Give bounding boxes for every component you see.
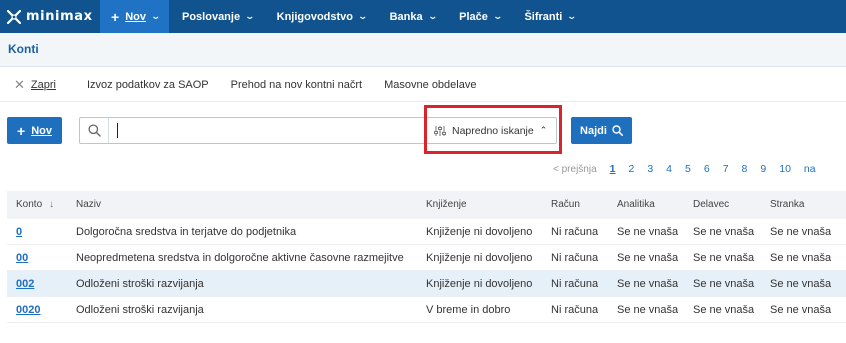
cell-analitika: Se ne vnaša (617, 304, 679, 316)
close-icon: ✕ (14, 76, 25, 92)
chevron-down-icon: ⌄ (150, 11, 162, 21)
chevron-down-icon: ⌄ (492, 11, 503, 21)
page-link-9[interactable]: 9 (760, 163, 766, 175)
logo[interactable]: minimax (0, 0, 100, 33)
cell-racun: Ni računa (551, 304, 599, 316)
table-row[interactable]: 0020 Odloženi stroški razvijanja V breme… (7, 297, 846, 323)
title-bar: Konti (0, 33, 846, 67)
nav-new-menu[interactable]: + Nov ⌄ (100, 0, 169, 33)
nav-item-label: Šifranti (524, 10, 563, 23)
cell-naziv: Dolgoročna sredstva in terjatve do podje… (76, 226, 297, 238)
find-button[interactable]: Najdi (571, 117, 632, 144)
chevron-down-icon: ⌄ (357, 11, 369, 21)
column-header-racun[interactable]: Račun (551, 191, 580, 219)
cell-delavec: Se ne vnaša (693, 304, 755, 316)
cell-analitika: Se ne vnaša (617, 278, 679, 290)
cell-delavec: Se ne vnaša (693, 252, 755, 264)
plus-icon: + (111, 8, 120, 25)
page-link-6[interactable]: 6 (704, 163, 710, 175)
page-link-10[interactable]: 10 (779, 163, 791, 175)
cell-knjizenje: Knjiženje ni dovoljeno (426, 278, 533, 290)
table-row[interactable]: 00 Neopredmetena sredstva in dolgoročne … (7, 245, 846, 271)
cell-racun: Ni računa (551, 226, 599, 238)
page-link-2[interactable]: 2 (628, 163, 634, 175)
konto-link[interactable]: 0020 (16, 304, 40, 316)
pagination: < prejšnja 1 2 3 4 5 6 7 8 9 10 na (553, 163, 829, 175)
cell-stranka: Se ne vnaša (770, 226, 832, 238)
nav-item-poslovanje[interactable]: Poslovanje ⌄ (169, 0, 264, 33)
close-button[interactable]: ✕ Zapri (14, 77, 56, 93)
cell-naziv: Odloženi stroški razvijanja (76, 278, 204, 290)
nav-new-label: Nov (125, 10, 146, 23)
cell-racun: Ni računa (551, 278, 599, 290)
konto-link[interactable]: 002 (16, 278, 34, 290)
nav-item-knjigovodstvo[interactable]: Knjigovodstvo ⌄ (264, 0, 377, 33)
konto-link[interactable]: 0 (16, 226, 22, 238)
chevron-down-icon: ⌄ (566, 11, 578, 21)
cell-knjizenje: Knjiženje ni dovoljeno (426, 252, 533, 264)
chevron-down-icon: ⌄ (427, 11, 438, 21)
nav-item-label: Poslovanje (182, 10, 241, 23)
highlight-box (424, 105, 562, 154)
find-label: Najdi (580, 124, 607, 137)
table-row-selected[interactable]: 002 Odloženi stroški razvijanja Knjiženj… (7, 271, 846, 297)
konto-link[interactable]: 00 (16, 252, 28, 264)
nav-item-label: Knjigovodstvo (276, 10, 354, 23)
cell-knjizenje: Knjiženje ni dovoljeno (426, 226, 533, 238)
page-link-8[interactable]: 8 (742, 163, 748, 175)
toolbar: ✕ Zapri Izvoz podatkov za SAOP Prehod na… (0, 68, 846, 102)
bulk-processing-button[interactable]: Masovne obdelave (384, 79, 476, 91)
add-konto-button[interactable]: + Nov (7, 117, 62, 144)
nav-item-place[interactable]: Plače ⌄ (446, 0, 511, 33)
cell-knjizenje: V breme in dobro (426, 304, 511, 316)
switch-chart-button[interactable]: Prehod na nov kontni načrt (231, 79, 362, 91)
cell-analitika: Se ne vnaša (617, 226, 679, 238)
cell-stranka: Se ne vnaša (770, 304, 832, 316)
column-header-delavec[interactable]: Delavec (693, 191, 729, 219)
page-title: Konti (8, 42, 39, 56)
cell-naziv: Neopredmetena sredstva in dolgoročne akt… (76, 252, 404, 264)
search-icon (80, 118, 109, 143)
cell-naziv: Odloženi stroški razvijanja (76, 304, 204, 316)
cell-stranka: Se ne vnaša (770, 278, 832, 290)
close-label: Zapri (30, 78, 56, 91)
column-header-stranka[interactable]: Stranka (770, 191, 804, 219)
minimax-logo-icon (7, 9, 21, 24)
column-header-analitika[interactable]: Analitika (617, 191, 655, 219)
konti-table: Konto ↓ Naziv Knjiženje Račun Analitika D… (7, 191, 846, 323)
prev-page-link[interactable]: < prejšnja (553, 164, 597, 175)
nav-item-banka[interactable]: Banka ⌄ (377, 0, 447, 33)
page-link-1[interactable]: 1 (610, 163, 616, 175)
header-label: Konto (16, 199, 43, 210)
text-caret (117, 123, 118, 138)
next-page-link[interactable]: na (804, 163, 816, 175)
search-input[interactable] (114, 121, 422, 140)
cell-analitika: Se ne vnaša (617, 252, 679, 264)
cell-stranka: Se ne vnaša (770, 252, 832, 264)
page-link-4[interactable]: 4 (666, 163, 672, 175)
nav-item-label: Plače (459, 10, 488, 23)
nav-item-sifranti[interactable]: Šifranti ⌄ (511, 0, 585, 33)
cell-delavec: Se ne vnaša (693, 226, 755, 238)
chevron-down-icon: ⌄ (244, 11, 256, 21)
table-row[interactable]: 0 Dolgoročna sredstva in terjatve do pod… (7, 219, 846, 245)
column-header-konto[interactable]: Konto ↓ (16, 191, 54, 219)
page-link-5[interactable]: 5 (685, 163, 691, 175)
cell-racun: Ni računa (551, 252, 599, 264)
cell-delavec: Se ne vnaša (693, 278, 755, 290)
add-konto-label: Nov (31, 124, 52, 137)
column-header-knjizenje[interactable]: Knjiženje (426, 191, 467, 219)
column-header-naziv[interactable]: Naziv (76, 191, 101, 219)
plus-icon: + (17, 122, 26, 139)
search-icon (612, 125, 623, 136)
table-header: Konto ↓ Naziv Knjiženje Račun Analitika D… (7, 191, 846, 219)
logo-text: minimax (26, 9, 93, 24)
sort-down-icon: ↓ (49, 199, 55, 210)
export-saop-button[interactable]: Izvoz podatkov za SAOP (87, 79, 209, 91)
page-link-3[interactable]: 3 (647, 163, 653, 175)
nav-item-label: Banka (389, 10, 423, 23)
page-link-7[interactable]: 7 (723, 163, 729, 175)
top-navigation: minimax + Nov ⌄ Poslovanje ⌄ Knjigovodst… (0, 0, 846, 33)
